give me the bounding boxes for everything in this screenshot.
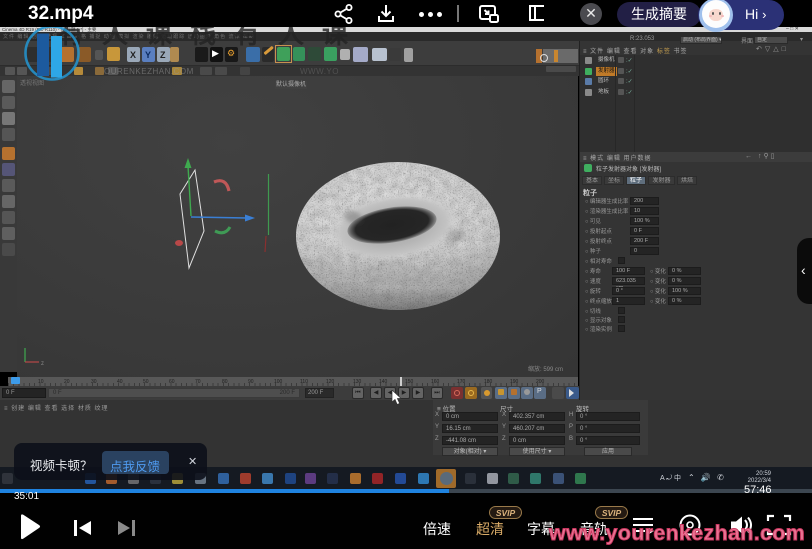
svg-text:z: z	[41, 361, 44, 367]
